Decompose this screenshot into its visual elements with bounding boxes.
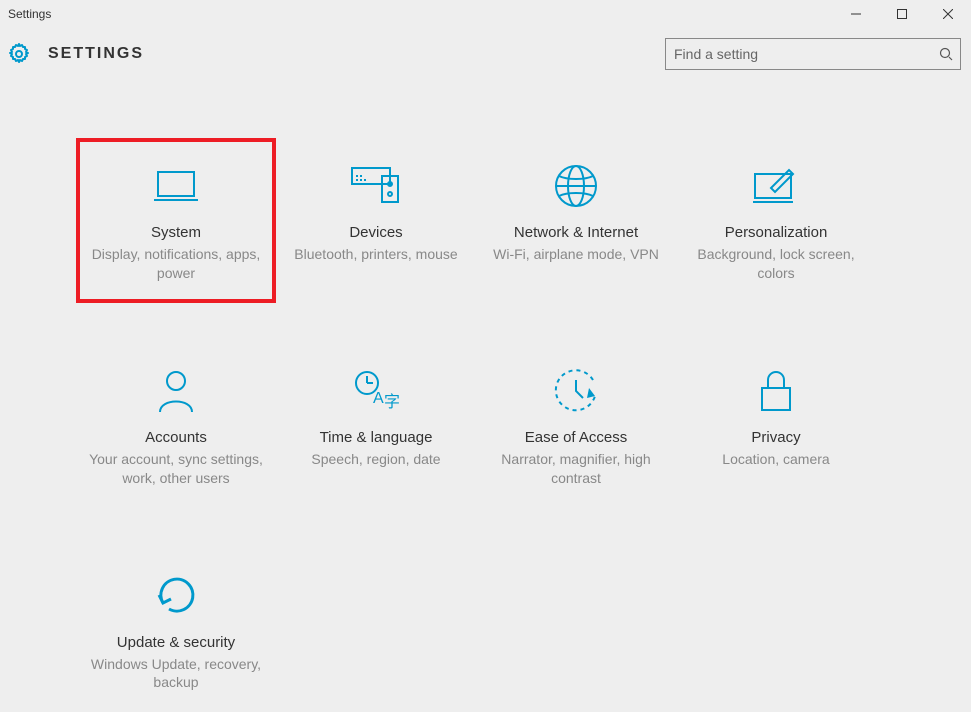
lock-icon [686, 367, 866, 415]
tile-title: Network & Internet [486, 224, 666, 241]
minimize-button[interactable] [833, 0, 879, 28]
header: SETTINGS [0, 28, 971, 80]
tile-title: Time & language [286, 429, 466, 446]
tile-title: Privacy [686, 429, 866, 446]
page-title: SETTINGS [48, 45, 144, 63]
personalization-icon [686, 162, 866, 210]
devices-icon [286, 162, 466, 210]
window-controls [833, 0, 971, 28]
tile-title: Ease of Access [486, 429, 666, 446]
display-icon [86, 162, 266, 210]
tile-desc: Windows Update, recovery, backup [86, 655, 266, 693]
search-input[interactable] [665, 38, 961, 70]
tile-desc: Background, lock screen, colors [686, 245, 866, 283]
tile-ease-of-access[interactable]: Ease of Access Narrator, magnifier, high… [476, 343, 676, 508]
tile-system[interactable]: System Display, notifications, apps, pow… [76, 138, 276, 303]
header-left: SETTINGS [6, 41, 144, 67]
tile-network[interactable]: Network & Internet Wi-Fi, airplane mode,… [476, 138, 676, 303]
svg-text:A: A [373, 390, 384, 407]
tile-title: Personalization [686, 224, 866, 241]
person-icon [86, 367, 266, 415]
search-box[interactable] [665, 38, 961, 70]
tile-desc: Location, camera [686, 450, 866, 469]
tile-title: Update & security [86, 634, 266, 651]
tile-title: Accounts [86, 429, 266, 446]
tile-personalization[interactable]: Personalization Background, lock screen,… [676, 138, 876, 303]
window-title: Settings [8, 7, 51, 21]
ease-of-access-icon [486, 367, 666, 415]
titlebar: Settings [0, 0, 971, 28]
globe-icon [486, 162, 666, 210]
tile-time-language[interactable]: A 字 Time & language Speech, region, date [276, 343, 476, 508]
gear-icon [6, 41, 32, 67]
tile-desc: Display, notifications, apps, power [86, 245, 266, 283]
tile-desc: Your account, sync settings, work, other… [86, 450, 266, 488]
tile-title: Devices [286, 224, 466, 241]
tile-desc: Narrator, magnifier, high contrast [486, 450, 666, 488]
tile-desc: Bluetooth, printers, mouse [286, 245, 466, 264]
update-icon [86, 572, 266, 620]
tile-update-security[interactable]: Update & security Windows Update, recove… [76, 548, 276, 712]
tile-devices[interactable]: Devices Bluetooth, printers, mouse [276, 138, 476, 303]
close-button[interactable] [925, 0, 971, 28]
svg-text:字: 字 [384, 393, 400, 411]
settings-grid: System Display, notifications, apps, pow… [0, 80, 971, 712]
time-language-icon: A 字 [286, 367, 466, 415]
tile-title: System [86, 224, 266, 241]
tile-privacy[interactable]: Privacy Location, camera [676, 343, 876, 508]
tile-desc: Speech, region, date [286, 450, 466, 469]
tile-desc: Wi-Fi, airplane mode, VPN [486, 245, 666, 264]
tile-accounts[interactable]: Accounts Your account, sync settings, wo… [76, 343, 276, 508]
maximize-button[interactable] [879, 0, 925, 28]
